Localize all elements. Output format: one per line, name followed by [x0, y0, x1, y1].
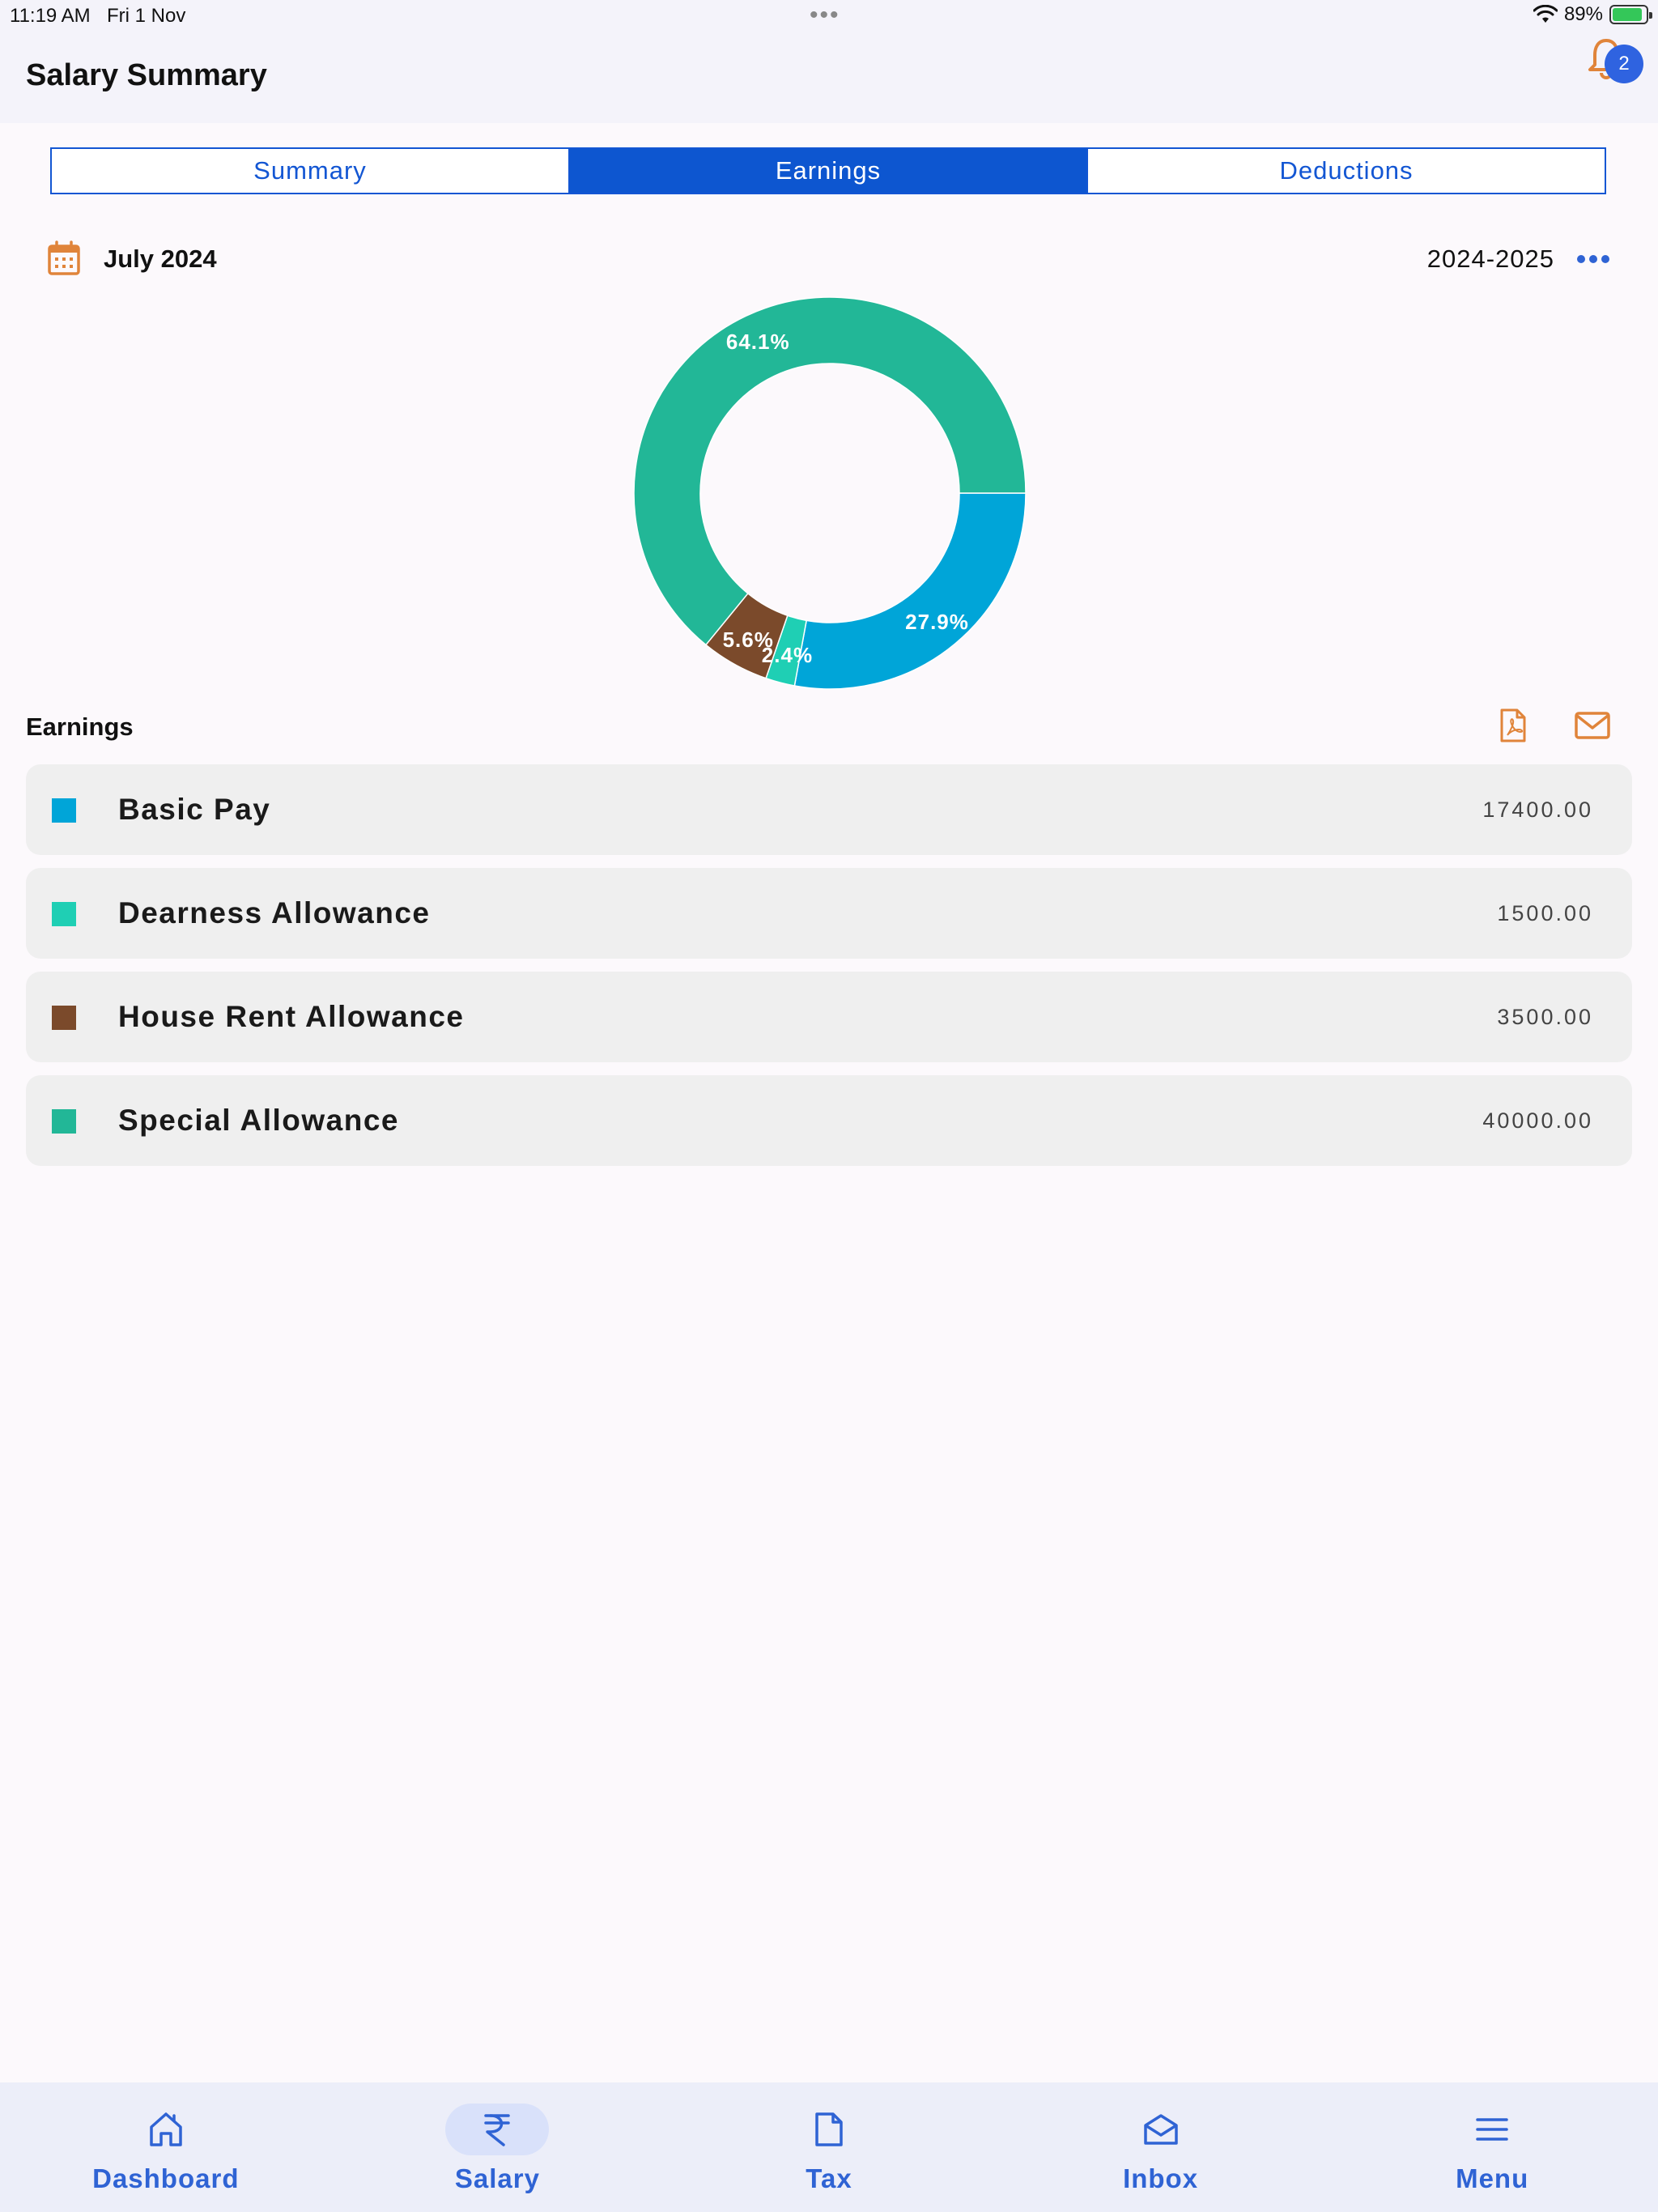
earnings-donut-chart: 27.9%2.4%5.6%64.1% — [633, 296, 1027, 690]
status-bar: 11:19 AM Fri 1 Nov ••• 89% — [0, 0, 1658, 32]
earning-label: Special Allowance — [118, 1104, 399, 1137]
notification-badge[interactable]: 2 — [1605, 45, 1643, 83]
earning-label: Basic Pay — [118, 793, 271, 826]
list-item[interactable]: Basic Pay 17400.00 — [26, 764, 1632, 855]
nav-label: Dashboard — [92, 2163, 240, 2193]
nav-label: Menu — [1456, 2163, 1529, 2193]
list-item[interactable]: House Rent Allowance 3500.00 — [26, 972, 1632, 1062]
status-time: 11:19 AM — [10, 5, 91, 27]
rupee-icon — [484, 2114, 511, 2146]
color-swatch — [52, 798, 76, 823]
fiscal-year[interactable]: 2024-2025 — [1427, 245, 1554, 274]
color-swatch — [52, 1006, 76, 1030]
battery-percent: 89% — [1563, 3, 1603, 25]
donut-label: 5.6% — [723, 627, 774, 652]
period-month[interactable]: July 2024 — [104, 245, 217, 274]
tab-summary[interactable]: Summary — [52, 149, 568, 193]
mail-icon[interactable] — [1574, 711, 1611, 740]
earning-value: 17400.00 — [1482, 797, 1593, 822]
document-icon — [815, 2112, 843, 2146]
pdf-download-icon[interactable] — [1499, 708, 1527, 743]
status-indicators: 89% — [1533, 3, 1652, 26]
earning-label: House Rent Allowance — [118, 1000, 465, 1033]
nav-dashboard[interactable]: Dashboard — [0, 2082, 332, 2212]
color-swatch — [52, 902, 76, 926]
multitasking-dots-icon[interactable]: ••• — [810, 2, 840, 29]
earnings-list: Basic Pay 17400.00 Dearness Allowance 15… — [26, 764, 1632, 1179]
tab-earnings[interactable]: Earnings — [568, 149, 1086, 193]
earning-label: Dearness Allowance — [118, 896, 431, 929]
app-header: Salary Summary — [0, 32, 1658, 123]
segmented-tabs: Summary Earnings Deductions — [50, 147, 1606, 194]
earnings-section-title: Earnings — [26, 713, 134, 741]
list-item[interactable]: Dearness Allowance 1500.00 — [26, 868, 1632, 959]
nav-menu[interactable]: Menu — [1326, 2082, 1658, 2212]
earning-value: 1500.00 — [1497, 900, 1593, 925]
nav-salary[interactable]: Salary — [332, 2082, 664, 2212]
color-swatch — [52, 1109, 76, 1134]
home-icon — [150, 2112, 182, 2146]
page-title: Salary Summary — [26, 58, 267, 92]
calendar-icon[interactable] — [47, 240, 81, 277]
more-options-icon[interactable] — [1575, 249, 1611, 269]
battery-level — [1613, 8, 1642, 21]
tab-deductions[interactable]: Deductions — [1086, 149, 1605, 193]
nav-label: Salary — [454, 2163, 540, 2193]
list-item[interactable]: Special Allowance 40000.00 — [26, 1075, 1632, 1166]
nav-label: Tax — [806, 2163, 852, 2193]
status-date: Fri 1 Nov — [107, 5, 186, 27]
nav-inbox[interactable]: Inbox — [995, 2082, 1327, 2212]
battery-icon — [1609, 5, 1652, 24]
inbox-icon — [1143, 2114, 1178, 2145]
bottom-tab-bar: Dashboard Salary Tax Inbox Menu — [0, 2082, 1658, 2212]
earning-value: 3500.00 — [1497, 1004, 1593, 1029]
nav-tax[interactable]: Tax — [663, 2082, 995, 2212]
earning-value: 40000.00 — [1482, 1108, 1593, 1133]
wifi-icon — [1533, 5, 1558, 23]
donut-label: 27.9% — [905, 610, 969, 634]
donut-label: 64.1% — [726, 330, 790, 354]
nav-label: Inbox — [1123, 2163, 1199, 2193]
donut-slice-basic-pay[interactable] — [793, 492, 1027, 690]
menu-icon — [1476, 2118, 1508, 2141]
